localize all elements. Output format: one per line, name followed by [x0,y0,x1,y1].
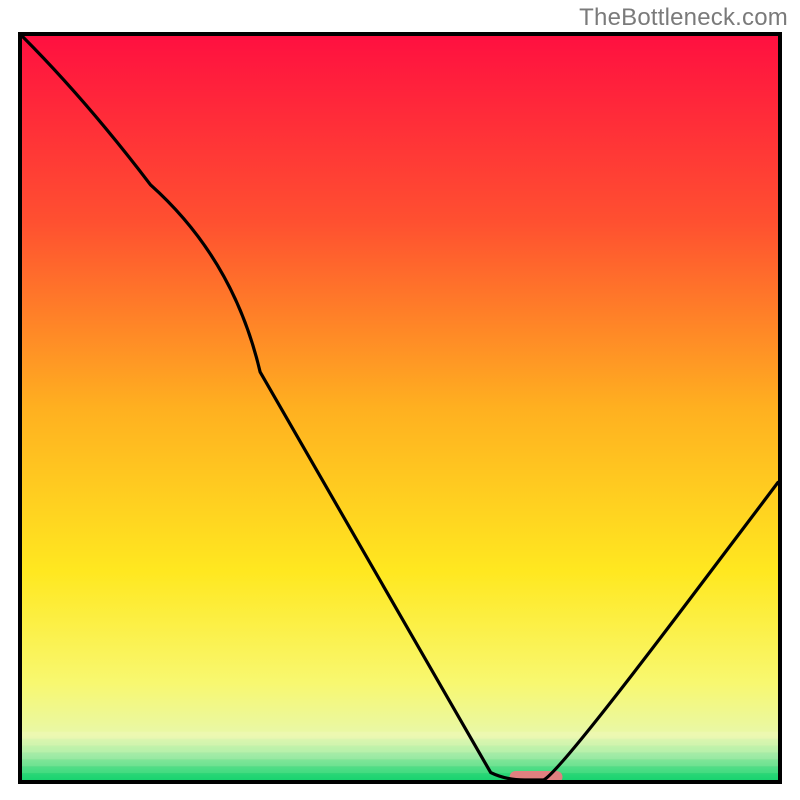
watermark-text: TheBottleneck.com [579,4,788,32]
chart-container: TheBottleneck.com [0,0,800,800]
plot-frame [18,32,782,784]
heatmap-background [22,36,778,780]
plot-svg [22,36,778,780]
green-band [22,732,778,780]
